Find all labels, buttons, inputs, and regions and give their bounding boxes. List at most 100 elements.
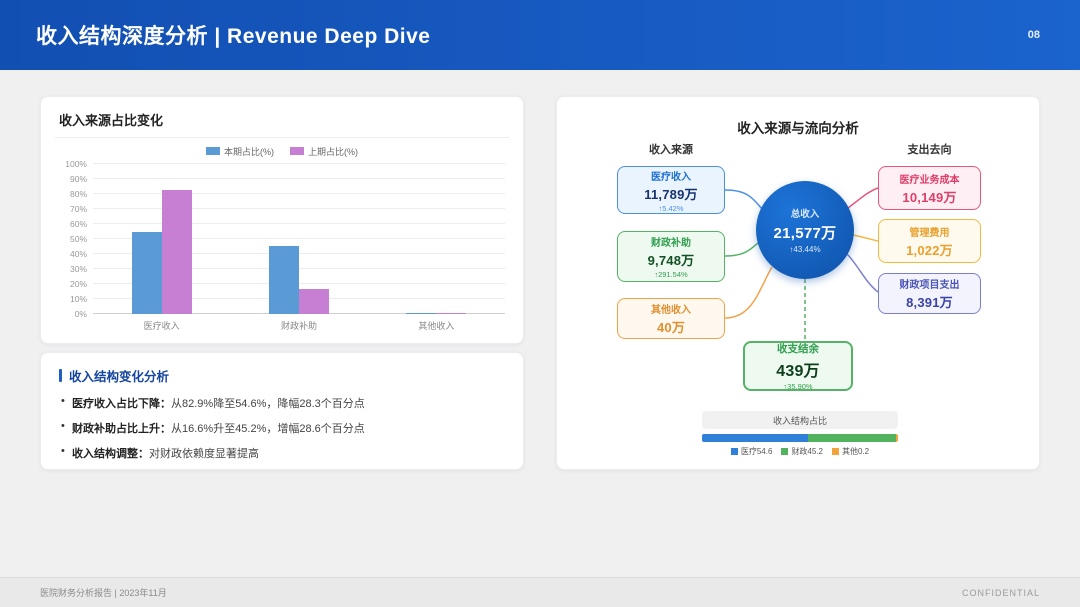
x-tick-label: 其他收入 bbox=[418, 321, 455, 331]
bar bbox=[268, 246, 299, 314]
box-value: 439万 bbox=[776, 363, 820, 380]
y-tick-label: 80% bbox=[69, 189, 87, 199]
composition-legend: 医疗54.6 财政45.2 其他0.2 bbox=[702, 446, 898, 457]
legend-item: 本期占比(%) bbox=[206, 144, 274, 158]
flow-diagram-card: 收入来源与流向分析 收入来源 支出去向 医疗收入 11,789万 ↑5.42% … bbox=[556, 96, 1040, 470]
bullet-lead: 财政补助占比上升： bbox=[72, 423, 171, 435]
bullet-item: 收入结构调整：对财政依赖度显著提高 bbox=[59, 445, 505, 461]
y-tick-label: 50% bbox=[69, 234, 87, 244]
legend-label: 上期占比(%) bbox=[308, 146, 358, 157]
bullet-text: 从82.9%降至54.6%，降幅28.3个百分点 bbox=[171, 398, 365, 410]
total-label: 总收入 bbox=[790, 209, 820, 220]
box-value: 11,789万 bbox=[644, 186, 698, 202]
box-label: 财政项目支出 bbox=[899, 280, 960, 291]
expense-box-fiscal-project: 财政项目支出 8,391万 bbox=[878, 273, 981, 314]
y-tick-label: 10% bbox=[69, 294, 87, 304]
total-revenue-circle: 总收入 21,577万 ↑43.44% bbox=[756, 181, 854, 279]
bullet-lead: 收入结构调整： bbox=[72, 448, 149, 460]
composition-label: 医疗54.6 bbox=[740, 447, 773, 456]
box-label: 财政补助 bbox=[651, 238, 691, 249]
flow-diagram-title: 收入来源与流向分析 bbox=[737, 121, 859, 136]
bullet-lead: 医疗收入占比下降： bbox=[72, 398, 171, 410]
box-label: 收支结余 bbox=[777, 343, 819, 355]
y-tick-label: 60% bbox=[69, 219, 87, 229]
box-change: ↑291.54% bbox=[654, 270, 688, 279]
x-tick-label: 医疗收入 bbox=[143, 321, 180, 331]
footer-confidential-label: CONFIDENTIAL bbox=[961, 587, 1040, 598]
box-value: 40万 bbox=[656, 320, 686, 335]
y-tick-label: 0% bbox=[74, 309, 87, 319]
balance-box: 收支结余 439万 ↑35.90% bbox=[743, 341, 853, 391]
expense-column-header: 支出去向 bbox=[907, 144, 952, 156]
bullet-text: 对财政依赖度显著提高 bbox=[149, 448, 259, 460]
total-change: ↑43.44% bbox=[789, 245, 821, 254]
chart-legend: 本期占比(%) 上期占比(%) bbox=[59, 144, 505, 158]
y-tick-label: 70% bbox=[69, 204, 87, 214]
legend-label: 本期占比(%) bbox=[224, 146, 274, 157]
expense-box-medical-cost: 医疗业务成本 10,149万 bbox=[878, 166, 981, 210]
composition-bar bbox=[702, 434, 898, 442]
bar bbox=[131, 232, 162, 314]
x-axis: 医疗收入 财政补助 其他收入 bbox=[93, 319, 505, 332]
composition-label: 财政45.2 bbox=[791, 447, 824, 456]
bar-group bbox=[230, 164, 367, 314]
footer-bar: 医院财务分析报告 | 2023年11月 CONFIDENTIAL bbox=[0, 577, 1080, 607]
bar-group bbox=[93, 164, 230, 314]
box-label: 管理费用 bbox=[909, 227, 950, 239]
y-tick-label: 100% bbox=[65, 159, 87, 169]
box-value: 1,022万 bbox=[906, 242, 953, 258]
box-label: 医疗收入 bbox=[651, 171, 691, 183]
box-value: 10,149万 bbox=[902, 189, 957, 205]
source-column-header: 收入来源 bbox=[649, 144, 693, 156]
box-change: ↑35.90% bbox=[783, 382, 813, 391]
box-value: 8,391万 bbox=[906, 295, 953, 310]
bar bbox=[298, 289, 329, 314]
box-value: 9,748万 bbox=[647, 253, 695, 268]
analysis-title: 收入结构变化分析 bbox=[69, 370, 170, 384]
bullet-item: 医疗收入占比下降：从82.9%降至54.6%，降幅28.3个百分点 bbox=[59, 395, 505, 411]
analysis-card: 收入结构变化分析 医疗收入占比下降：从82.9%降至54.6%，降幅28.3个百… bbox=[40, 352, 524, 470]
accent-bar bbox=[59, 369, 62, 382]
box-change: ↑5.42% bbox=[658, 203, 684, 213]
footer-report-title: 医院财务分析报告 | 2023年11月 bbox=[40, 588, 167, 598]
y-axis: 0% 10% 20% 30% 40% 50% 60% 70% 80% 90% 100% bbox=[59, 159, 93, 319]
bullet-item: 财政补助占比上升：从16.6%升至45.2%，增幅28.6个百分点 bbox=[59, 420, 505, 436]
composition-chart: 收入结构占比 医疗54.6 财政45.2 其他0.2 bbox=[702, 411, 898, 457]
composition-segment bbox=[808, 434, 897, 442]
composition-legend-item: 财政45.2 bbox=[781, 446, 823, 457]
x-tick-label: 财政补助 bbox=[280, 321, 317, 331]
bar bbox=[161, 189, 192, 314]
expense-box-admin-fee: 管理费用 1,022万 bbox=[878, 219, 981, 263]
divider bbox=[55, 137, 509, 138]
bullet-text: 从16.6%升至45.2%，增幅28.6个百分点 bbox=[171, 423, 365, 435]
page-number: 08 bbox=[1027, 29, 1040, 41]
source-box-fiscal-subsidy: 财政补助 9,748万 ↑291.54% bbox=[617, 231, 725, 282]
header-bar: 收入结构深度分析 | Revenue Deep Dive 08 bbox=[0, 0, 1080, 70]
plot-area bbox=[93, 163, 505, 314]
box-label: 医疗业务成本 bbox=[899, 174, 960, 186]
composition-segment bbox=[702, 434, 809, 442]
page-title: 收入结构深度分析 | Revenue Deep Dive bbox=[36, 25, 431, 48]
legend-swatch bbox=[290, 147, 304, 155]
trend-chart-title: 收入来源占比变化 bbox=[59, 113, 164, 128]
y-tick-label: 20% bbox=[69, 279, 87, 289]
analysis-bullets: 医疗收入占比下降：从82.9%降至54.6%，降幅28.3个百分点 财政补助占比… bbox=[59, 395, 505, 461]
bar bbox=[406, 313, 437, 314]
legend-item: 上期占比(%) bbox=[290, 144, 358, 158]
box-label: 其他收入 bbox=[651, 305, 691, 316]
bar-chart: 0% 10% 20% 30% 40% 50% 60% 70% 80% 90% 100% 医疗收入 财政… bbox=[59, 159, 505, 332]
composition-legend-item: 其他0.2 bbox=[832, 446, 869, 457]
composition-segment bbox=[896, 434, 898, 442]
composition-label: 其他0.2 bbox=[842, 447, 870, 456]
legend-swatch bbox=[206, 147, 220, 155]
composition-legend-item: 医疗54.6 bbox=[730, 446, 773, 457]
composition-swatch bbox=[781, 448, 789, 455]
bar-group bbox=[368, 164, 505, 314]
total-value: 21,577万 bbox=[773, 225, 837, 242]
composition-title: 收入结构占比 bbox=[702, 411, 898, 429]
y-tick-label: 30% bbox=[69, 264, 87, 274]
composition-swatch bbox=[832, 448, 840, 455]
source-box-other-income: 其他收入 40万 bbox=[617, 298, 725, 339]
bar bbox=[436, 313, 467, 314]
y-tick-label: 90% bbox=[69, 174, 87, 184]
